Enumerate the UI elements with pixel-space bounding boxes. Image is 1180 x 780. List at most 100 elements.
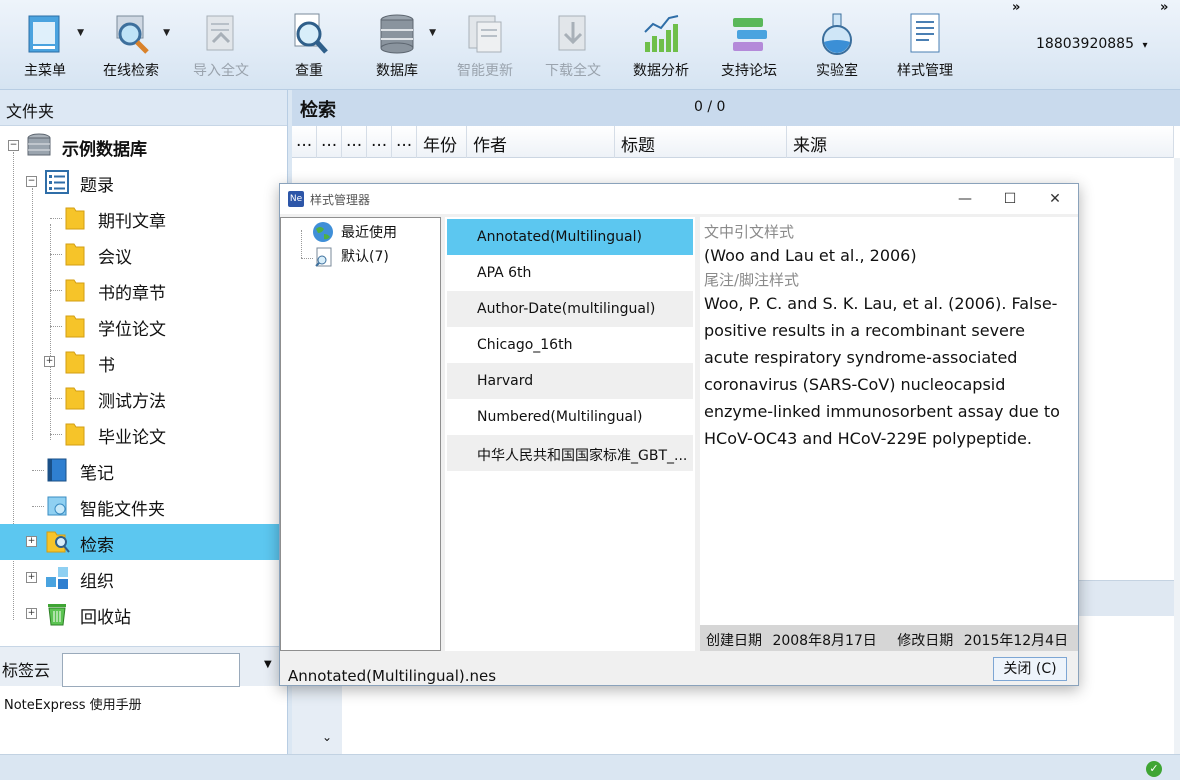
- folder-icon: [65, 351, 85, 374]
- tree-item-books[interactable]: + 书: [0, 344, 280, 380]
- main-menu-label: 主菜单: [24, 63, 66, 79]
- vertical-scrollbar[interactable]: [1174, 158, 1180, 754]
- category-recent[interactable]: 最近使用: [341, 222, 397, 242]
- status-bar: ✓: [0, 754, 1180, 780]
- tree-item-label: 题录: [80, 176, 114, 196]
- download-fulltext-label: 下载全文: [545, 63, 601, 79]
- column-header-source[interactable]: 来源: [787, 126, 1174, 158]
- collapse-icon[interactable]: −: [26, 176, 37, 187]
- tree-item-label: 检索: [80, 536, 114, 556]
- smart-folder-icon: [47, 496, 67, 516]
- column-header-author[interactable]: 作者: [467, 126, 615, 158]
- modified-date-value: 2015年12月4日: [963, 633, 1069, 649]
- globe-icon: [313, 222, 333, 242]
- column-header[interactable]: ...: [292, 126, 317, 158]
- notebook-icon: [47, 458, 67, 482]
- tree-item-theses[interactable]: 学位论文: [0, 308, 280, 344]
- database-icon: [27, 133, 51, 156]
- tree-item-label: 书的章节: [98, 284, 166, 304]
- expand-icon[interactable]: +: [26, 608, 37, 619]
- tree-item-journal-articles[interactable]: 期刊文章: [0, 200, 280, 236]
- tree-item-notes[interactable]: 笔记: [0, 452, 280, 488]
- intext-style-sample: (Woo and Lau et al., 2006): [704, 246, 917, 265]
- toolbar-overflow-button[interactable]: »: [1012, 0, 1020, 15]
- tag-cloud-input[interactable]: [62, 653, 240, 687]
- column-header[interactable]: ...: [317, 126, 342, 158]
- tree-item-organize[interactable]: + 组织: [0, 560, 280, 596]
- style-list-item[interactable]: Chicago_16th: [447, 327, 693, 363]
- folder-icon: [65, 387, 85, 410]
- main-menu-button[interactable]: ▼ 主菜单: [6, 8, 84, 82]
- online-search-button[interactable]: ▼ 在线检索: [92, 8, 170, 82]
- column-header[interactable]: ...: [342, 126, 367, 158]
- chevron-down-icon[interactable]: ▼: [264, 659, 272, 670]
- user-account-menu[interactable]: 18803920885 ▾: [1036, 36, 1147, 52]
- style-list-item[interactable]: Author-Date(multilingual): [447, 291, 693, 327]
- tree-item-recycle-bin[interactable]: + 回收站: [0, 596, 280, 632]
- support-forum-button[interactable]: 支持论坛: [710, 8, 788, 82]
- status-ok-icon: ✓: [1146, 761, 1162, 777]
- chevron-down-icon: ▼: [163, 28, 170, 38]
- duplicate-check-icon: [294, 13, 328, 54]
- style-category-tree: 最近使用 默认(7): [280, 217, 441, 651]
- tree-item-test-methods[interactable]: 测试方法: [0, 380, 280, 416]
- download-fulltext-button[interactable]: 下载全文: [534, 8, 612, 82]
- expand-icon[interactable]: +: [26, 572, 37, 583]
- tree-item-references[interactable]: − 题录: [0, 164, 280, 200]
- online-search-label: 在线检索: [103, 63, 159, 79]
- tree-item-label: 期刊文章: [98, 212, 166, 232]
- column-header-year[interactable]: 年份: [417, 126, 467, 158]
- style-manager-icon: [910, 13, 940, 53]
- column-header-title[interactable]: 标题: [615, 126, 787, 158]
- style-list-item[interactable]: APA 6th: [447, 255, 693, 291]
- data-analysis-icon: [644, 15, 679, 52]
- column-header[interactable]: ...: [392, 126, 417, 158]
- user-manual-link[interactable]: NoteExpress 使用手册: [4, 694, 142, 713]
- tree-item-smart-folders[interactable]: 智能文件夹: [0, 488, 280, 524]
- created-date-label: 创建日期: [706, 633, 762, 649]
- folder-panel: 文件夹 − 示例数据库 − 题录 期刊文章 会议 书的章节 学位论文 + 书 测…: [0, 90, 288, 754]
- data-analysis-button[interactable]: 数据分析: [622, 8, 700, 82]
- tree-item-label: 毕业论文: [98, 428, 166, 448]
- modified-date-label: 修改日期: [897, 633, 954, 649]
- lab-button[interactable]: 实验室: [798, 8, 876, 82]
- close-button[interactable]: 关闭 (C): [993, 657, 1067, 681]
- search-header: 检索 0 / 0: [292, 90, 1180, 126]
- download-fulltext-icon: [558, 15, 586, 51]
- tree-item-label: 回收站: [80, 608, 131, 628]
- import-fulltext-button[interactable]: 导入全文: [182, 8, 260, 82]
- close-icon[interactable]: ✕: [1040, 188, 1070, 210]
- tree-item-label: 学位论文: [98, 320, 166, 340]
- tree-item-sample-database[interactable]: − 示例数据库: [0, 128, 280, 164]
- tree-item-label: 笔记: [80, 464, 114, 484]
- expand-icon[interactable]: +: [26, 536, 37, 547]
- smart-update-button[interactable]: 智能更新: [446, 8, 524, 82]
- maximize-icon[interactable]: ☐: [995, 188, 1025, 210]
- import-fulltext-label: 导入全文: [193, 63, 249, 79]
- column-header[interactable]: ...: [367, 126, 392, 158]
- chevron-down-icon[interactable]: ⌄: [322, 730, 332, 744]
- search-document-icon: [315, 247, 332, 267]
- chevron-down-icon: ▼: [429, 28, 436, 38]
- tree-item-book-chapters[interactable]: 书的章节: [0, 272, 280, 308]
- tree-item-conference[interactable]: 会议: [0, 236, 280, 272]
- app-icon: Ne: [288, 191, 304, 207]
- chevron-down-icon: ▼: [77, 28, 84, 38]
- window-overflow-button[interactable]: »: [1160, 0, 1168, 15]
- minimize-icon[interactable]: —: [950, 188, 980, 210]
- chevron-down-icon: ▾: [1142, 40, 1148, 51]
- tree-item-graduation-theses[interactable]: 毕业论文: [0, 416, 280, 452]
- duplicate-check-button[interactable]: 查重: [270, 8, 348, 82]
- tree-item-search[interactable]: + 检索: [0, 524, 280, 560]
- style-list-item[interactable]: Numbered(Multilingual): [447, 399, 693, 435]
- style-list-item[interactable]: Harvard: [447, 363, 693, 399]
- tree-item-label: 组织: [80, 572, 114, 592]
- style-list-item[interactable]: Annotated(Multilingual): [447, 219, 693, 255]
- category-default[interactable]: 默认(7): [341, 246, 389, 266]
- expand-icon[interactable]: +: [44, 356, 55, 367]
- collapse-icon[interactable]: −: [8, 140, 19, 151]
- style-manager-button[interactable]: 样式管理: [886, 8, 964, 82]
- style-list-item[interactable]: 中华人民共和国国家标准_GBT_...: [447, 435, 693, 471]
- support-forum-label: 支持论坛: [721, 63, 777, 79]
- database-button[interactable]: ▼ 数据库: [358, 8, 436, 82]
